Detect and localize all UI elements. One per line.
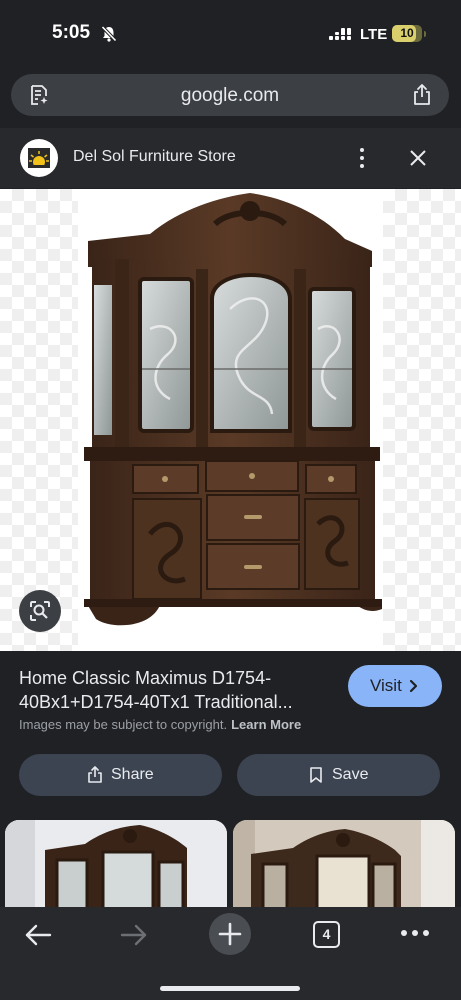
share-icon — [88, 766, 102, 783]
more-options-icon[interactable] — [352, 146, 372, 170]
site-logo — [20, 139, 58, 177]
share-label: Share — [111, 766, 154, 783]
battery-cap — [424, 31, 426, 37]
new-tab-button[interactable] — [209, 913, 251, 955]
visit-label: Visit — [370, 676, 402, 695]
result-title[interactable]: Home Classic Maximus D1754-40Bx1+D1754-4… — [19, 666, 329, 714]
back-arrow-icon[interactable] — [24, 923, 52, 947]
status-bar: 5:05 LTE 10 — [0, 0, 461, 68]
lens-icon — [30, 601, 50, 621]
tab-count: 4 — [322, 926, 331, 942]
site-header: Del Sol Furniture Store — [0, 128, 461, 188]
site-name[interactable]: Del Sol Furniture Store — [73, 148, 236, 166]
save-label: Save — [332, 766, 369, 783]
result-info: Home Classic Maximus D1754-40Bx1+D1754-4… — [0, 651, 461, 811]
copyright-text: Images may be subject to copyright. — [19, 717, 228, 732]
result-image[interactable] — [0, 189, 461, 651]
address-bar[interactable]: google.com — [11, 74, 449, 116]
bookmark-icon — [310, 767, 322, 783]
china-cabinet-picture — [84, 193, 382, 626]
forward-arrow-icon[interactable] — [120, 923, 148, 947]
chevron-right-icon — [409, 679, 418, 693]
network-type: LTE — [360, 26, 388, 43]
related-images — [0, 812, 461, 908]
visit-button[interactable]: Visit — [348, 665, 442, 707]
related-image-thumb[interactable] — [5, 820, 227, 908]
related-cabinet-picture — [5, 820, 227, 908]
related-image-thumb[interactable] — [233, 820, 455, 908]
close-icon[interactable] — [408, 148, 428, 168]
signal-strength-icon — [329, 28, 351, 40]
lens-search-button[interactable] — [19, 590, 61, 632]
silent-bell-icon — [100, 25, 118, 43]
tab-switcher-button[interactable]: 4 — [313, 921, 340, 948]
clock: 5:05 — [52, 22, 91, 43]
sun-logo-icon — [28, 148, 50, 168]
plus-icon — [218, 922, 242, 946]
url-text[interactable]: google.com — [11, 85, 449, 107]
battery-icon: 10 — [392, 25, 422, 42]
save-button[interactable]: Save — [237, 754, 440, 796]
copyright-notice: Images may be subject to copyright. Learn… — [19, 717, 301, 732]
more-menu-icon[interactable] — [400, 929, 430, 937]
battery-level: 10 — [400, 26, 414, 40]
related-cabinet-picture — [233, 820, 455, 908]
share-button[interactable]: Share — [19, 754, 222, 796]
home-indicator — [160, 986, 300, 991]
learn-more-link[interactable]: Learn More — [231, 717, 301, 732]
share-icon[interactable] — [411, 83, 433, 107]
